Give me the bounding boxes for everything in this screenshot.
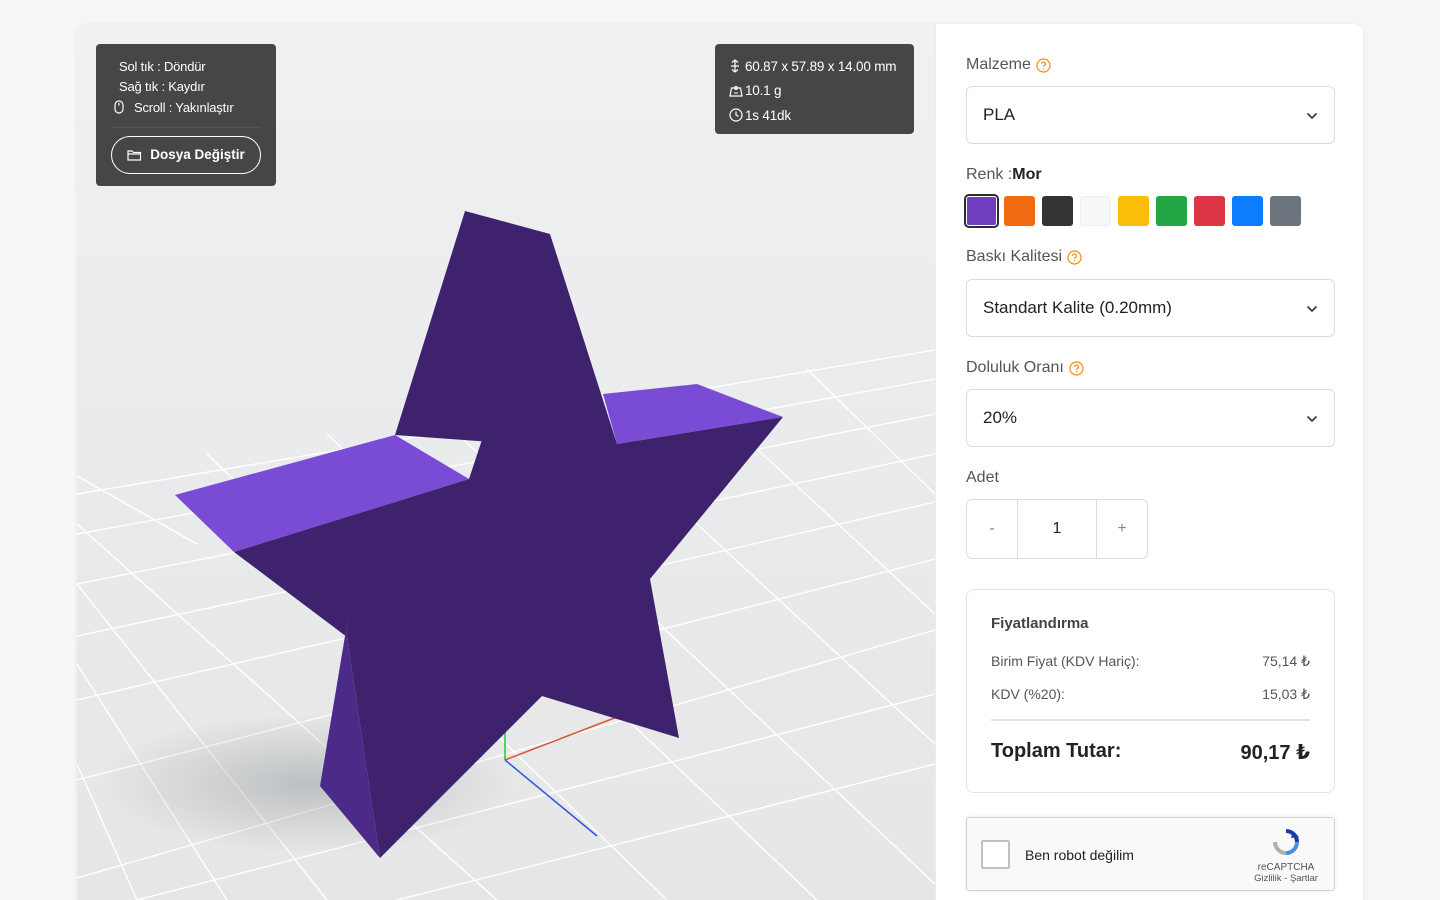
quality-value: Standart Kalite (0.20mm)	[983, 298, 1172, 317]
quantity-input[interactable]: 1	[1017, 500, 1097, 558]
infill-label: Doluluk Oranı	[966, 359, 1084, 377]
color-swatch[interactable]	[1118, 196, 1149, 226]
material-label-text: Malzeme	[966, 56, 1031, 73]
quantity-label: Adet	[966, 469, 999, 487]
total-value: 90,17 ₺	[1240, 742, 1310, 764]
dimensions-row: 60.87 x 57.89 x 14.00 mm	[729, 54, 900, 79]
vat-value: 15,03 ₺	[1262, 686, 1310, 702]
color-swatch[interactable]	[1194, 196, 1225, 226]
configurator-card: Sol tık : Döndür Sağ tık : Kaydır Scroll…	[77, 24, 1363, 900]
infill-value: 20%	[983, 408, 1018, 427]
x-axis-line	[504, 716, 618, 761]
recaptcha-icon	[1273, 829, 1299, 855]
folder-icon	[127, 149, 142, 161]
unit-price-value: 75,14 ₺	[1262, 653, 1310, 669]
recaptcha-brand: reCAPTCHA	[1257, 862, 1315, 873]
help-icon[interactable]	[1067, 249, 1082, 265]
pricing-box: Fiyatlandırma Birim Fiyat (KDV Hariç): 7…	[966, 589, 1335, 793]
weight-icon	[729, 84, 743, 98]
print-time-text: 1s 41dk	[745, 107, 791, 123]
weight-row: 10.1 g	[729, 79, 900, 104]
hint-left-click: Sol tık : Döndür	[111, 56, 261, 77]
total-label: Toplam Tutar:	[991, 740, 1122, 762]
pricing-title: Fiyatlandırma	[991, 615, 1089, 632]
chevron-down-icon	[1306, 298, 1318, 318]
print-time-row: 1s 41dk	[729, 103, 900, 128]
color-swatch[interactable]	[1004, 196, 1035, 226]
color-swatch[interactable]	[1080, 196, 1111, 226]
unit-price-label: Birim Fiyat (KDV Hariç):	[991, 653, 1140, 669]
total-row: Toplam Tutar: 90,17 ₺	[991, 740, 1310, 765]
model-info-panel: 60.87 x 57.89 x 14.00 mm 10.1 g 1s 41dk	[715, 44, 914, 134]
color-swatches	[964, 194, 1308, 228]
controls-help-panel: Sol tık : Döndür Sağ tık : Kaydır Scroll…	[96, 44, 276, 186]
material-value: PLA	[983, 105, 1016, 124]
hint-right-click-text: Sağ tık : Kaydır	[119, 79, 205, 95]
material-select[interactable]: PLA	[966, 86, 1335, 144]
quality-label: Baskı Kalitesi	[966, 248, 1082, 266]
color-swatch[interactable]	[1042, 196, 1073, 226]
selected-color-name: Mor	[1012, 166, 1042, 183]
quantity-stepper: - 1 +	[966, 499, 1148, 559]
recaptcha-logo: reCAPTCHA Gizlilik - Şartlar	[1246, 828, 1326, 884]
controls-divider	[111, 126, 261, 128]
hint-left-click-text: Sol tık : Döndür	[119, 58, 206, 74]
quantity-increase-button[interactable]: +	[1097, 500, 1147, 558]
color-swatch[interactable]	[964, 194, 999, 228]
vat-row: KDV (%20): 15,03 ₺	[991, 686, 1310, 703]
recaptcha-checkbox[interactable]	[981, 840, 1010, 869]
hint-scroll-text: Scroll : Yakınlaştır	[134, 99, 234, 115]
color-label-text: Renk :	[966, 166, 1013, 183]
weight-text: 10.1 g	[745, 83, 782, 99]
recaptcha-links[interactable]: Gizlilik - Şartlar	[1246, 873, 1326, 884]
quality-select[interactable]: Standart Kalite (0.20mm)	[966, 279, 1335, 337]
chevron-down-icon	[1306, 105, 1318, 125]
model-viewer[interactable]: Sol tık : Döndür Sağ tık : Kaydır Scroll…	[77, 24, 935, 900]
change-file-label: Dosya Değiştir	[150, 147, 245, 162]
quality-label-text: Baskı Kalitesi	[966, 248, 1063, 265]
chevron-down-icon	[1306, 408, 1318, 428]
recaptcha-text: Ben robot değilim	[1025, 847, 1134, 863]
change-file-button[interactable]: Dosya Değiştir	[111, 135, 261, 174]
order-form: Malzeme PLA Renk : Mor Baskı Kalitesi St…	[935, 24, 1363, 900]
quantity-decrease-button[interactable]: -	[967, 500, 1017, 558]
color-swatch[interactable]	[1232, 196, 1263, 226]
recaptcha-widget: Ben robot değilim reCAPTCHA Gizlilik - Ş…	[966, 817, 1335, 891]
z-axis-line	[504, 759, 598, 837]
vat-label: KDV (%20):	[991, 686, 1065, 702]
mouse-icon	[111, 99, 127, 115]
quantity-label-text: Adet	[966, 469, 999, 486]
dimensions-icon	[729, 59, 743, 74]
color-swatch[interactable]	[1270, 196, 1301, 226]
clock-icon	[729, 108, 743, 122]
infill-label-text: Doluluk Oranı	[966, 359, 1064, 376]
dimensions-text: 60.87 x 57.89 x 14.00 mm	[745, 58, 897, 74]
infill-select[interactable]: 20%	[966, 389, 1335, 447]
pricing-divider	[991, 719, 1310, 721]
help-icon[interactable]	[1036, 57, 1051, 73]
unit-price-row: Birim Fiyat (KDV Hariç): 75,14 ₺	[991, 653, 1310, 670]
hint-scroll: Scroll : Yakınlaştır	[111, 97, 261, 118]
help-icon[interactable]	[1069, 360, 1084, 376]
color-label: Renk : Mor	[966, 166, 1042, 184]
color-swatch[interactable]	[1156, 196, 1187, 226]
hint-right-click: Sağ tık : Kaydır	[111, 77, 261, 98]
material-label: Malzeme	[966, 56, 1051, 74]
